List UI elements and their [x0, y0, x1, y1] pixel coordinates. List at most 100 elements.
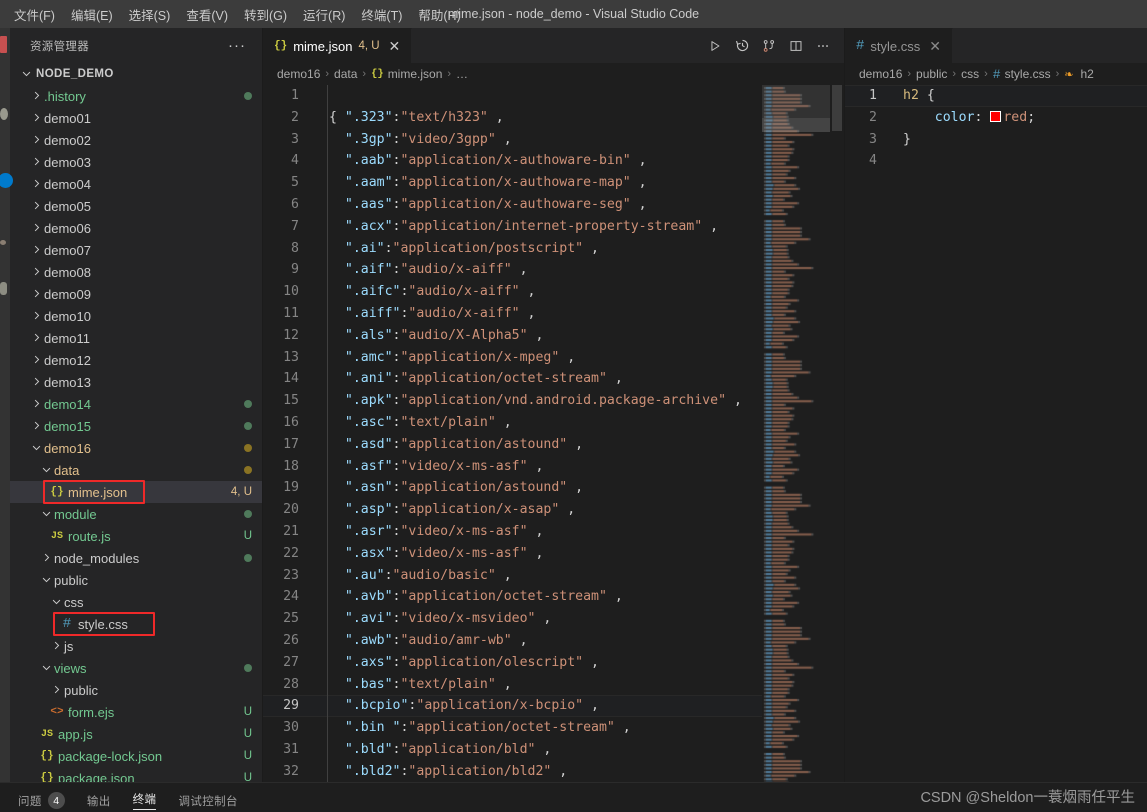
minimap-slider[interactable] — [762, 85, 830, 118]
split-editor-icon[interactable] — [785, 35, 807, 57]
tree-item-mime-json[interactable]: {} mime.json 4, U — [10, 481, 262, 503]
tree-item-demo14[interactable]: demo14 — [10, 393, 262, 415]
tree-item-demo13[interactable]: demo13 — [10, 371, 262, 393]
menu-view[interactable]: 查看(V) — [178, 2, 236, 27]
tree-item-demo12[interactable]: demo12 — [10, 349, 262, 371]
code-line[interactable]: 12 ".als":"audio/X-Alpha5" , — [263, 325, 762, 347]
code-line[interactable]: 1 — [263, 85, 762, 107]
tree-item-demo04[interactable]: demo04 — [10, 173, 262, 195]
tree-item-data[interactable]: data — [10, 459, 262, 481]
tab-style-css[interactable]: # style.css ✕ — [845, 28, 953, 63]
tree-item-demo06[interactable]: demo06 — [10, 217, 262, 239]
breadcrumb-item[interactable]: {} mime.json — [371, 67, 442, 81]
tree-item-route-js[interactable]: JS route.js U — [10, 525, 262, 547]
menu-go[interactable]: 转到(G) — [236, 2, 295, 27]
source-control-compare-icon[interactable] — [758, 35, 780, 57]
breadcrumb-item[interactable]: css — [961, 67, 979, 81]
tree-item-demo03[interactable]: demo03 — [10, 151, 262, 173]
code-line[interactable]: 20 ".asp":"application/x-asap" , — [263, 499, 762, 521]
activity-bar[interactable] — [0, 28, 13, 782]
code-line[interactable]: 18 ".asf":"video/x-ms-asf" , — [263, 456, 762, 478]
tree-item-demo16[interactable]: demo16 — [10, 437, 262, 459]
code-line[interactable]: 9 ".aif":"audio/x-aiff" , — [263, 259, 762, 281]
menu-file[interactable]: 文件(F) — [6, 2, 63, 27]
code-line[interactable]: 25 ".avi":"video/x-msvideo" , — [263, 608, 762, 630]
code-line[interactable]: 27 ".axs":"application/olescript" , — [263, 652, 762, 674]
code-line[interactable]: 26 ".awb":"audio/amr-wb" , — [263, 630, 762, 652]
panel-tab-3[interactable]: 调试控制台 — [178, 787, 238, 809]
run-debug-icon[interactable] — [0, 240, 6, 245]
tree-item-form-ejs[interactable]: <> form.ejs U — [10, 701, 262, 723]
tree-item-demo11[interactable]: demo11 — [10, 327, 262, 349]
tree-item-demo07[interactable]: demo07 — [10, 239, 262, 261]
close-icon[interactable]: ✕ — [926, 39, 944, 53]
tree-item-demo05[interactable]: demo05 — [10, 195, 262, 217]
vertical-scrollbar[interactable] — [830, 85, 844, 782]
tree-item-demo01[interactable]: demo01 — [10, 107, 262, 129]
minimap[interactable] — [762, 85, 830, 782]
tree-item-style-css[interactable]: # style.css — [10, 613, 262, 635]
tree-item-demo09[interactable]: demo09 — [10, 283, 262, 305]
tab-mime-json[interactable]: {} mime.json 4, U ✕ — [263, 28, 413, 63]
menu-terminal[interactable]: 终端(T) — [353, 2, 410, 27]
breadcrumb-item[interactable]: demo16 — [277, 67, 320, 81]
minimap-viewport[interactable] — [762, 118, 830, 132]
tree-item-node-modules[interactable]: node_modules — [10, 547, 262, 569]
tree-item-app-js[interactable]: JS app.js U — [10, 723, 262, 745]
file-tree[interactable]: NODE_DEMO .history demo01 demo02 demo03 demo… — [10, 63, 262, 782]
code-line[interactable]: 7 ".acx":"application/internet-property-… — [263, 216, 762, 238]
code-editor-right[interactable]: 1 h2 {2 color: red; 3} 4 — [845, 85, 1147, 782]
more-actions-icon[interactable] — [812, 35, 834, 57]
code-line[interactable]: 6 ".aas":"application/x-authoware-seg" , — [263, 194, 762, 216]
code-line[interactable]: 3 ".3gp":"video/3gpp" , — [263, 129, 762, 151]
code-line[interactable]: 1 h2 { — [845, 85, 1147, 107]
panel-tab-2[interactable]: 终端 — [132, 785, 157, 810]
code-line[interactable]: 14 ".ani":"application/octet-stream" , — [263, 368, 762, 390]
tree-root-row[interactable]: NODE_DEMO — [10, 63, 262, 85]
breadcrumb-item[interactable]: # style.css — [993, 67, 1051, 82]
panel-tab-1[interactable]: 输出 — [87, 787, 111, 809]
breadcrumb-item[interactable]: demo16 — [859, 67, 902, 81]
breadcrumb-item[interactable]: … — [456, 67, 468, 81]
code-line[interactable]: 3} — [845, 129, 1147, 151]
code-line[interactable]: 31 ".bld":"application/bld" , — [263, 739, 762, 761]
tree-item-demo02[interactable]: demo02 — [10, 129, 262, 151]
code-line[interactable]: 24 ".avb":"application/octet-stream" , — [263, 586, 762, 608]
close-icon[interactable]: ✕ — [386, 39, 404, 53]
tree-item-public[interactable]: public — [10, 569, 262, 591]
code-line[interactable]: 2 color: red; — [845, 107, 1147, 129]
code-line[interactable]: 19 ".asn":"application/astound" , — [263, 477, 762, 499]
tree-item-package-lock-json[interactable]: {} package-lock.json U — [10, 745, 262, 767]
menu-edit[interactable]: 编辑(E) — [63, 2, 121, 27]
tree-item-demo15[interactable]: demo15 — [10, 415, 262, 437]
tree-item-demo10[interactable]: demo10 — [10, 305, 262, 327]
color-swatch[interactable] — [990, 110, 1002, 122]
panel-tab-0[interactable]: 问题 4 — [18, 786, 65, 809]
code-line[interactable]: 21 ".asr":"video/x-ms-asf" , — [263, 521, 762, 543]
code-line[interactable]: 23 ".au":"audio/basic" , — [263, 565, 762, 587]
code-line[interactable]: 13 ".amc":"application/x-mpeg" , — [263, 347, 762, 369]
code-line[interactable]: 17 ".asd":"application/astound" , — [263, 434, 762, 456]
code-line[interactable]: 15 ".apk":"application/vnd.android.packa… — [263, 390, 762, 412]
code-line[interactable]: 30 ".bin ":"application/octet-stream" , — [263, 717, 762, 739]
code-line[interactable]: 2 { ".323":"text/h323" , — [263, 107, 762, 129]
code-line[interactable]: 4 — [845, 150, 1147, 172]
menu-run[interactable]: 运行(R) — [295, 2, 353, 27]
tree-item-css[interactable]: css — [10, 591, 262, 613]
menu-selection[interactable]: 选择(S) — [121, 2, 179, 27]
code-line[interactable]: 8 ".ai":"application/postscript" , — [263, 238, 762, 260]
tree-item-public[interactable]: public — [10, 679, 262, 701]
code-line[interactable]: 22 ".asx":"video/x-ms-asf" , — [263, 543, 762, 565]
tree-item-demo08[interactable]: demo08 — [10, 261, 262, 283]
code-line[interactable]: 4 ".aab":"application/x-authoware-bin" , — [263, 150, 762, 172]
tree-item-package-json[interactable]: {} package.json U — [10, 767, 262, 783]
run-button[interactable] — [704, 35, 726, 57]
code-line[interactable]: 29 ".bcpio":"application/x-bcpio" , — [263, 695, 762, 718]
code-line[interactable]: 10 ".aifc":"audio/x-aiff" , — [263, 281, 762, 303]
explorer-icon[interactable] — [0, 108, 8, 120]
scrollbar-thumb[interactable] — [832, 85, 842, 131]
code-line[interactable]: 16 ".asc":"text/plain" , — [263, 412, 762, 434]
tree-item-views[interactable]: views — [10, 657, 262, 679]
breadcrumb-item[interactable]: data — [334, 67, 357, 81]
code-line[interactable]: 32 ".bld2":"application/bld2" , — [263, 761, 762, 782]
